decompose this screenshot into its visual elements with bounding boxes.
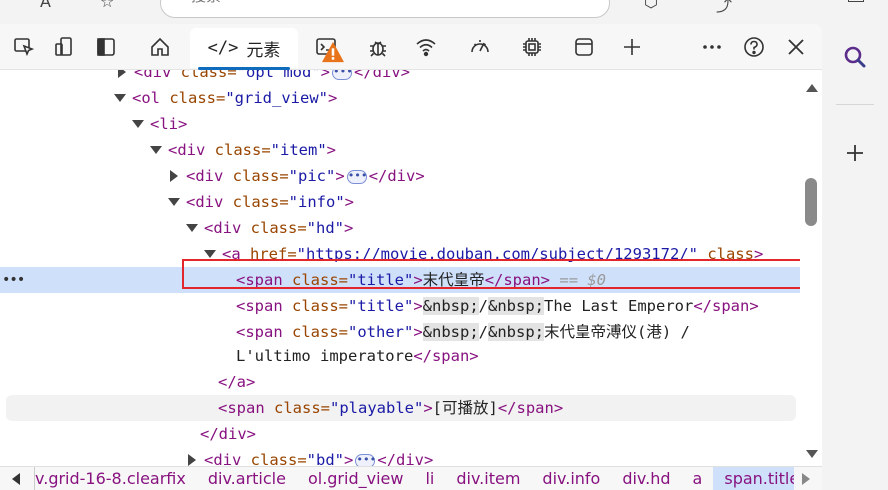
collapse-triangle-icon[interactable] (132, 119, 144, 128)
warning-icon (322, 41, 344, 63)
dom-node-span-other-cont[interactable]: L'ultimo imperatore</span> (0, 343, 800, 369)
breadcrumb-list: v.grid-16-8.clearfix div.article ol.grid_v… (34, 467, 794, 490)
font-icon[interactable]: A (40, 0, 51, 11)
dom-node-span-title-2[interactable]: <span class="title">&nbsp;/&nbsp;The Las… (0, 293, 800, 319)
breadcrumb-item[interactable]: div.article (197, 467, 297, 490)
nbsp-entity: &nbsp; (488, 323, 545, 341)
dom-node-div-info[interactable]: <div class="info"> (0, 189, 800, 215)
title-text: 末代皇帝 (422, 271, 485, 289)
add-sidebar-app-icon[interactable] (844, 142, 866, 164)
other-text: 末代皇帝溥仪(港) / (544, 323, 690, 341)
breadcrumb-item[interactable]: div.item (445, 467, 531, 490)
address-bar-placeholder: 搜索 (191, 0, 221, 6)
dom-node-div-bd[interactable]: <div class="bd"> •••</div> (0, 447, 800, 466)
sidebar-top-icon[interactable] (848, 0, 864, 2)
dom-node-a-link[interactable]: <a href="https://movie.douban.com/subjec… (0, 241, 800, 267)
expand-triangle-icon[interactable] (188, 453, 196, 466)
devtools-toolbar: </> 元素 (0, 24, 822, 70)
devtools-panel: </> 元素 <div class="opt mod"> •••</div> <… (0, 24, 822, 490)
breadcrumb-item[interactable]: li (414, 467, 445, 490)
breadcrumb-item[interactable]: span.title (713, 467, 794, 490)
performance-gauge-icon[interactable] (466, 33, 494, 61)
nbsp-entity: &nbsp; (422, 297, 479, 315)
screen: A ☆ 搜索 ⬡ ⤴ </> 元素 (0, 0, 888, 490)
expand-triangle-icon[interactable] (170, 169, 178, 182)
slash-text: / (478, 323, 489, 341)
scroll-down-arrow-icon[interactable] (806, 450, 818, 458)
application-window-icon[interactable] (570, 33, 598, 61)
dom-node-span-title-selected[interactable]: ••• <span class="title">末代皇帝</span> == $… (0, 267, 800, 293)
dom-tree[interactable]: <div class="opt mod"> •••</div> <ol class… (0, 70, 800, 466)
dom-node-opt-mod[interactable]: <div class="opt mod"> •••</div> (0, 70, 800, 85)
dom-node-div-close[interactable]: </div> (0, 421, 800, 447)
vertical-scrollbar[interactable] (800, 70, 822, 466)
link-href[interactable]: https://movie.douban.com/subject/1293172… (306, 245, 689, 263)
dom-node-span-other[interactable]: <span class="other">&nbsp;/&nbsp;末代皇帝溥仪(… (0, 319, 800, 345)
sidebar-divider (836, 104, 874, 105)
collapse-triangle-icon[interactable] (150, 145, 162, 154)
close-devtools-icon[interactable] (782, 33, 810, 61)
extensions-icon[interactable]: ⬡ (644, 0, 658, 11)
dom-node-span-playable[interactable]: <span class="playable">[可播放]</span> (6, 395, 796, 421)
playable-text: [可播放] (432, 399, 498, 417)
dom-node-div-item[interactable]: <div class="item"> (0, 137, 800, 163)
favorite-star-icon[interactable]: ☆ (100, 0, 114, 11)
breadcrumb-item[interactable]: div.info (531, 467, 611, 490)
dom-node-div-pic[interactable]: <div class="pic"> •••</div> (0, 163, 800, 189)
more-options-icon[interactable] (698, 33, 726, 61)
collapse-triangle-icon[interactable] (186, 223, 198, 232)
breadcrumb-item[interactable]: div.hd (611, 467, 681, 490)
browser-sidebar (822, 0, 888, 490)
other-text-2: L'ultimo imperatore (236, 347, 414, 365)
selected-node-marker: == $0 (559, 271, 607, 289)
nbsp-entity: &nbsp; (422, 323, 479, 341)
code-icon: </> (207, 38, 239, 58)
address-bar[interactable]: 搜索 (160, 0, 610, 18)
browser-top-strip: A ☆ 搜索 ⬡ ⤴ (0, 0, 888, 24)
breadcrumb-item[interactable]: a (682, 467, 714, 490)
device-emulation-icon[interactable] (50, 33, 78, 61)
node-actions-ellipsis-icon[interactable]: ••• (2, 267, 25, 293)
search-icon[interactable] (842, 44, 868, 70)
collapsed-ellipsis-icon[interactable]: ••• (355, 453, 376, 466)
tab-elements-label: 元素 (246, 40, 281, 61)
collapsed-ellipsis-icon[interactable]: ••• (332, 70, 353, 80)
collapse-triangle-icon[interactable] (204, 249, 216, 258)
dom-node-ol-grid-view[interactable]: <ol class="grid_view"> (0, 85, 800, 111)
breadcrumb-scroll-left-icon[interactable] (12, 473, 20, 485)
title2-text: The Last Emperor (544, 297, 694, 315)
scroll-thumb[interactable] (805, 178, 817, 226)
collapse-triangle-icon[interactable] (168, 197, 180, 206)
dock-panel-icon[interactable] (92, 33, 120, 61)
network-wifi-icon[interactable] (412, 33, 440, 61)
bug-icon[interactable] (364, 33, 392, 61)
add-tool-icon[interactable] (618, 33, 646, 61)
dom-node-div-hd[interactable]: <div class="hd"> (0, 215, 800, 241)
expand-triangle-icon[interactable] (118, 70, 126, 78)
console-icon[interactable] (312, 33, 344, 63)
help-icon[interactable] (740, 33, 768, 61)
home-icon[interactable] (146, 33, 174, 61)
collapsed-ellipsis-icon[interactable]: ••• (346, 169, 368, 184)
breadcrumb-item[interactable]: ol.grid_view (297, 467, 415, 490)
scroll-up-arrow-icon[interactable] (806, 84, 818, 92)
dom-node-a-close[interactable]: </a> (0, 369, 800, 395)
slash-text: / (478, 297, 489, 315)
dom-node-li[interactable]: <li> (0, 111, 800, 137)
breadcrumb-item[interactable]: v.grid-16-8.clearfix (35, 467, 197, 490)
nbsp-entity: &nbsp; (488, 297, 545, 315)
collections-icon[interactable]: ⤴ (716, 0, 732, 16)
breadcrumb: v.grid-16-8.clearfix div.article ol.grid_v… (0, 466, 822, 490)
inspect-element-icon[interactable] (10, 33, 38, 61)
breadcrumb-scroll-right-icon[interactable] (802, 473, 810, 485)
tab-elements[interactable]: </> 元素 (190, 28, 298, 70)
memory-chip-icon[interactable] (518, 33, 546, 61)
collapse-triangle-icon[interactable] (114, 93, 126, 102)
